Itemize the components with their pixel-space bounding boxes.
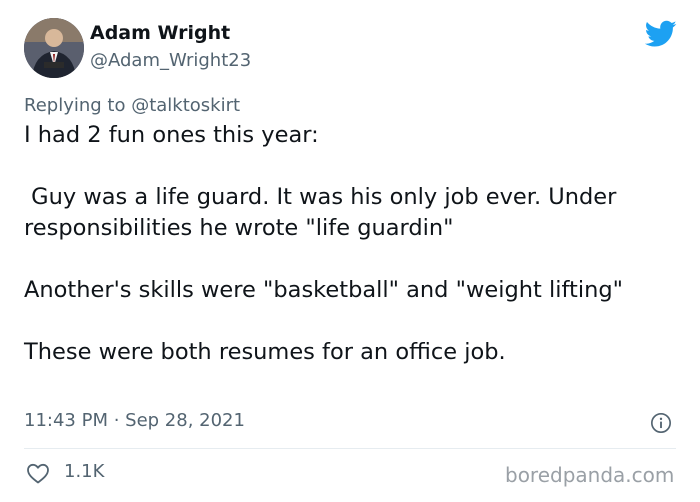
heart-icon[interactable]: [26, 462, 50, 484]
tweet-text: I had 2 fun ones this year: Guy was a li…: [24, 120, 684, 368]
watermark: boredpanda.com: [505, 463, 675, 487]
divider: [24, 448, 676, 449]
profile-photo: [24, 18, 84, 78]
replying-to: Replying to @talktoskirt: [24, 95, 240, 116]
info-icon[interactable]: [650, 412, 672, 434]
user-handle[interactable]: @Adam_Wright23: [90, 50, 251, 71]
tweet-paragraph: Another's skills were "basketball" and "…: [24, 277, 623, 303]
tweet-timestamp[interactable]: 11:43 PM · Sep 28, 2021: [24, 410, 245, 431]
display-name[interactable]: Adam Wright: [90, 22, 230, 44]
tweet-paragraph: Guy was a life guard. It was his only jo…: [24, 184, 624, 241]
twitter-bird-icon[interactable]: [645, 20, 677, 48]
tweet-paragraph: I had 2 fun ones this year:: [24, 122, 319, 148]
like-count: 1.1K: [64, 461, 105, 482]
avatar[interactable]: [24, 18, 84, 78]
tweet-paragraph: These were both resumes for an office jo…: [24, 339, 506, 365]
replying-to-label: Replying to: [24, 95, 132, 116]
reply-mention-link[interactable]: @talktoskirt: [131, 95, 240, 116]
